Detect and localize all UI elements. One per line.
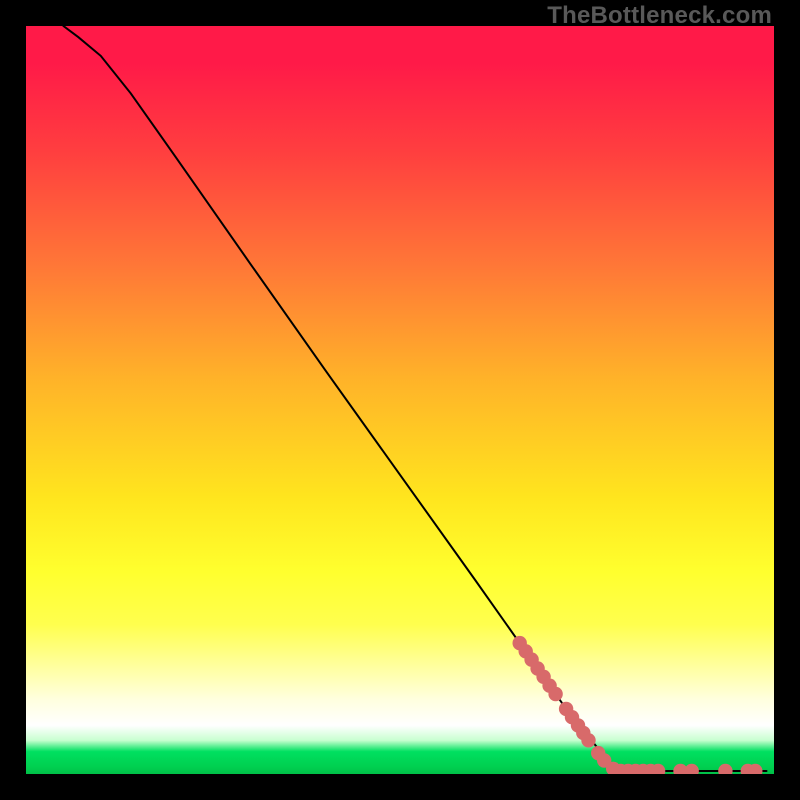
- data-points-group: [513, 636, 763, 774]
- bottleneck-curve: [63, 26, 766, 771]
- data-point: [548, 687, 562, 701]
- data-point: [685, 764, 699, 774]
- data-point: [581, 733, 595, 747]
- chart-overlay: [26, 26, 774, 774]
- data-point: [718, 764, 732, 774]
